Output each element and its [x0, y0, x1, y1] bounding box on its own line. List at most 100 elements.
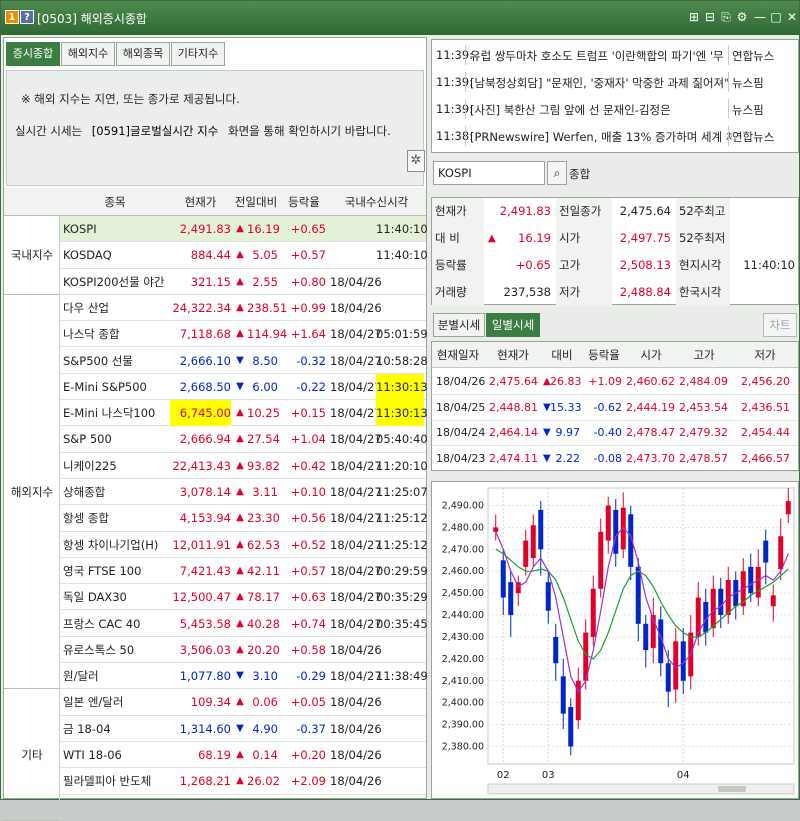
- arrow-up-icon: ▲: [236, 749, 244, 760]
- row-rate: +0.57: [290, 563, 326, 578]
- link-icon[interactable]: ⊞: [687, 9, 701, 25]
- search-button[interactable]: ⌕: [547, 161, 567, 185]
- table-row[interactable]: E-Mini S&P500 2,668.50 ▼ 6.00 -0.22 18/04/27 1…: [60, 373, 428, 401]
- tab-market-overview[interactable]: 증시종합: [6, 42, 60, 66]
- daily-col-header[interactable]: 현재가: [484, 342, 542, 368]
- arrow-up-icon: ▲: [236, 538, 244, 550]
- screen-number-badge[interactable]: 1: [5, 10, 19, 24]
- scroll-thumb: [718, 786, 746, 792]
- col-header-received-time[interactable]: 국내수신시각: [327, 188, 426, 216]
- table-row[interactable]: 18/04/26 2,475.64 ▲ 26.83 +1.09 2,460.62 2,484…: [432, 369, 798, 395]
- news-item[interactable]: 11:39: [사진] 북한산 그림 앞에 선 문재인-김정은 뉴스핌: [432, 96, 798, 122]
- tab-minute-quotes[interactable]: 분별시세: [433, 313, 485, 337]
- table-row[interactable]: 원/달러 1,077.80 ▼ 3.10 -0.29 18/04/27 11:38:49: [60, 663, 428, 690]
- row-time: 05:01:59: [376, 327, 428, 342]
- row-change: 4.90: [252, 721, 278, 736]
- table-row[interactable]: 니케이225 22,413.43 ▲ 93.82 +0.42 18/04/27 11:20:…: [60, 453, 428, 479]
- table-row[interactable]: E-Mini 나스닥100 6,745.00 ▲ 10.25 +0.15 18/04/27…: [60, 400, 428, 427]
- divider: [728, 45, 729, 65]
- news-item[interactable]: 11:39: 유럽 쌍두마차 호소도 트럼프 '이란핵합의 파기'엔 '무 연합뉴스: [432, 42, 798, 68]
- news-item[interactable]: 11:38: [PRNewswire] Werfen, 매출 13% 증가하며 세…: [432, 123, 798, 149]
- save-icon[interactable]: ⊟: [703, 9, 717, 25]
- daily-low: 2,436.51: [741, 400, 790, 414]
- realtime-index-link[interactable]: [0591]글로벌실시간 지수: [92, 124, 219, 138]
- candle-body: [560, 676, 566, 714]
- table-row[interactable]: 필라델피아 반도체 1,268.21 ▲ 26.02 +2.09 18/04/26: [60, 768, 426, 795]
- arrow-up-icon: ▲: [236, 433, 244, 445]
- col-header-name[interactable]: 종목: [60, 188, 170, 216]
- row-change: 2.55: [252, 274, 278, 289]
- arrow-down-icon: ▼: [236, 354, 244, 366]
- tab-daily-quotes[interactable]: 일별시세: [486, 313, 540, 337]
- table-row[interactable]: KOSDAQ 884.44 ▲ 5.05 +0.57 11:40:10: [60, 242, 428, 269]
- divider: [728, 126, 729, 146]
- notice-line-2: 실시간 시세는 [0591]글로벌실시간 지수 화면을 통해 확인하시기 바랍니…: [15, 123, 391, 139]
- row-price: 6,745.00: [170, 400, 231, 427]
- daily-low: 2,454.44: [741, 426, 790, 439]
- daily-col-header[interactable]: 현재일자: [432, 342, 484, 368]
- table-row[interactable]: 18/04/24 2,464.14 ▼ 9.97 -0.40 2,478.47 2,479.…: [432, 420, 798, 446]
- symbol-input[interactable]: KOSPI: [433, 161, 545, 185]
- table-row[interactable]: 프랑스 CAC 40 5,453.58 ▲ 40.28 +0.74 18/04/27 00:…: [60, 611, 428, 637]
- maximize-button[interactable]: □: [769, 9, 783, 25]
- daily-col-header[interactable]: 시가: [626, 342, 676, 368]
- candle-body: [665, 663, 671, 692]
- daily-open: 2,478.47: [626, 426, 675, 439]
- daily-col-header[interactable]: 대비: [542, 342, 582, 368]
- news-item[interactable]: 11:39: [남북정상회담] "문재인, '중재자' 막중한 과제 짊어져" 뉴스…: [432, 69, 798, 95]
- row-name: 니케이225: [63, 458, 117, 473]
- table-row[interactable]: KOSPI 2,491.83 ▲ 16.19 +0.65 11:40:10: [60, 216, 428, 243]
- quote-label: 전일종가: [556, 198, 612, 225]
- daily-col-header[interactable]: 등락율: [582, 342, 626, 368]
- row-rate: +0.58: [290, 642, 326, 657]
- table-row[interactable]: 독일 DAX30 12,500.47 ▲ 78.17 +0.63 18/04/27 00:3…: [60, 584, 428, 611]
- table-row[interactable]: 다우 산업 24,322.34 ▲ 238.51 +0.99 18/04/26: [60, 295, 426, 322]
- settings-button[interactable]: ✲: [407, 150, 425, 172]
- help-icon[interactable]: ?: [20, 10, 34, 24]
- table-row[interactable]: 유로스톡스 50 3,506.03 ▲ 20.20 +0.58 18/04/26: [60, 637, 426, 664]
- row-date: 18/04/27: [330, 379, 382, 394]
- group-label-text: 해외지수: [10, 484, 54, 499]
- close-button[interactable]: ✕: [785, 9, 799, 25]
- row-price: 5,453.58: [179, 616, 231, 631]
- daily-col-header[interactable]: 고가: [676, 342, 732, 368]
- daily-col-header[interactable]: 저가: [732, 342, 798, 368]
- daily-change: 2.22: [555, 451, 581, 465]
- table-row[interactable]: 영국 FTSE 100 7,421.43 ▲ 42.11 +0.57 18/04/27 00…: [60, 558, 428, 585]
- arrow-up-icon: ▲: [236, 275, 244, 287]
- daily-price: 2,475.64: [489, 375, 538, 388]
- quote-label: 대 비: [432, 225, 484, 252]
- chart-button[interactable]: 차트: [763, 313, 797, 337]
- table-row[interactable]: WTI 18-06 68.19 ▲ 0.14 +0.20 18/04/26: [60, 742, 426, 769]
- tab-foreign-stock[interactable]: 해외종목: [116, 42, 170, 66]
- col-header-rate[interactable]: 등락율: [281, 188, 327, 216]
- table-row[interactable]: 상해종합 3,078.14 ▲ 3.11 +0.10 18/04/27 11:25:07: [60, 479, 428, 506]
- table-row[interactable]: 18/04/25 2,448.81 ▼ 15.33 -0.62 2,444.19 2,453…: [432, 395, 798, 421]
- table-row[interactable]: 일본 엔/달러 109.34 ▲ 0.06 +0.05 18/04/26: [60, 689, 426, 716]
- col-header-price[interactable]: 현재가: [170, 188, 231, 216]
- news-headline: [사진] 북한산 그림 앞에 선 문재인-김정은: [470, 103, 671, 117]
- y-tick-label: 2,390.00: [442, 720, 484, 731]
- quote-value: [730, 225, 798, 252]
- divider: [465, 45, 466, 65]
- row-name: 다우 산업: [63, 300, 109, 315]
- quote-label: 등락률: [432, 252, 484, 279]
- arrow-up-icon: ▲: [236, 617, 244, 629]
- tab-foreign-index[interactable]: 해외지수: [61, 42, 115, 66]
- gear-icon[interactable]: ⚙: [735, 9, 749, 25]
- table-row[interactable]: S&P500 선물 2,666.10 ▼ 8.50 -0.32 18/04/27 10:58…: [60, 348, 428, 374]
- col-header-change[interactable]: 전일대비: [231, 188, 281, 216]
- table-row[interactable]: 금 18-04 1,314.60 ▼ 4.90 -0.37 18/04/26: [60, 716, 426, 742]
- copy-icon[interactable]: ⎘: [719, 9, 733, 25]
- y-tick-label: 2,450.00: [442, 588, 484, 599]
- table-row[interactable]: 나스닥 종합 7,118.68 ▲ 114.94 +1.64 18/04/27 05:01:…: [60, 321, 428, 348]
- quote-value: 11:40:10: [743, 258, 795, 272]
- table-row[interactable]: 항셍 종합 4,153.94 ▲ 23.30 +0.56 18/04/27 11:25:12: [60, 505, 428, 532]
- table-row[interactable]: S&P 500 2,666.94 ▲ 27.54 +1.04 18/04/27 05:40:…: [60, 426, 428, 453]
- table-row[interactable]: 항셍 차이나기업(H) 12,011.91 ▲ 62.53 +0.52 18/04/27 1…: [60, 532, 428, 558]
- minimize-button[interactable]: —: [753, 9, 767, 25]
- table-row[interactable]: 18/04/23 2,474.11 ▼ 2.22 -0.08 2,473.70 2,478.…: [432, 446, 798, 472]
- tab-other-index[interactable]: 기타지수: [171, 42, 225, 66]
- candle-body: [785, 501, 791, 515]
- table-row[interactable]: KOSPI200선물 야간 321.15 ▲ 2.55 +0.80 18/04/26: [60, 269, 426, 295]
